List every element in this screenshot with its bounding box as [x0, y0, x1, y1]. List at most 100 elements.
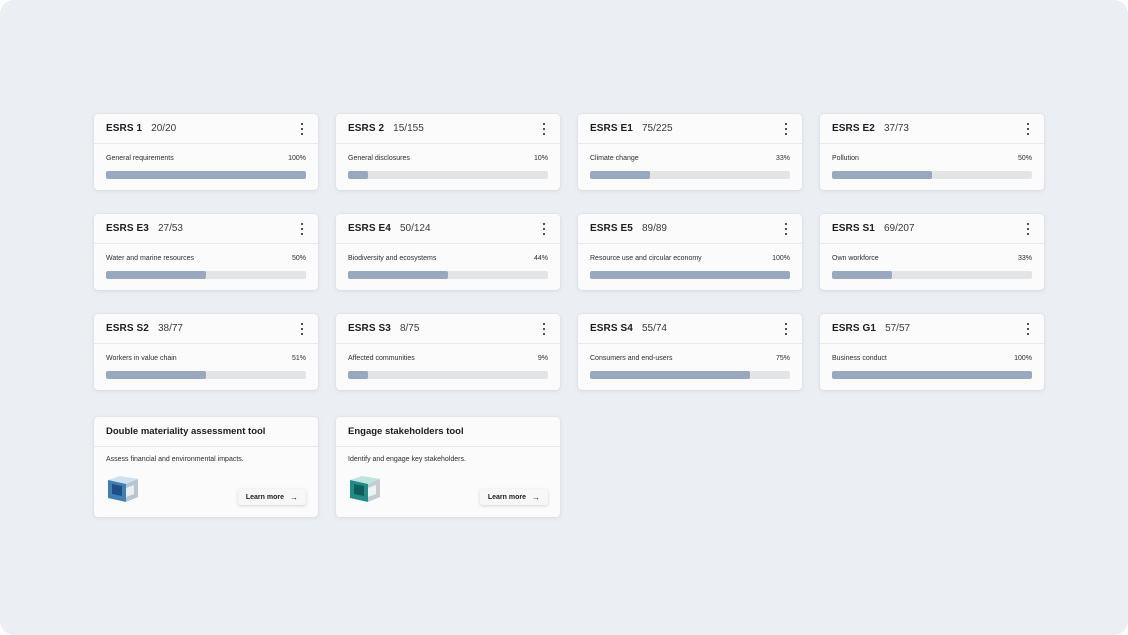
standard-code: ESRS E3 — [106, 223, 149, 234]
standard-label: Pollution — [832, 154, 859, 162]
disclosure-count: 50/124 — [399, 223, 431, 234]
standard-code: ESRS 2 — [348, 123, 385, 134]
tool-card-stakeholders[interactable]: Engage stakeholders tool Identify and en… — [336, 417, 560, 517]
standard-code: ESRS E5 — [590, 223, 633, 234]
standard-label: Biodiversity and ecosystems — [348, 254, 437, 262]
esrs-card-grid: ESRS 1 20/20 General requirements 100% ES… — [94, 114, 1044, 390]
esrs-card[interactable]: ESRS E1 75/225 Climate change 33% — [578, 114, 802, 190]
progress-fill — [106, 271, 206, 279]
card-header: ESRS S2 38/77 — [94, 314, 318, 344]
disclosure-count: 89/89 — [641, 223, 667, 234]
esrs-card[interactable]: ESRS S3 8/75 Affected communities 9% — [336, 314, 560, 390]
learn-more-label: Learn more — [487, 493, 526, 501]
card-header: ESRS E5 89/89 — [578, 214, 802, 244]
kebab-menu-icon[interactable] — [298, 223, 306, 235]
standard-label: Consumers and end-users — [590, 354, 673, 362]
progress-fill — [832, 171, 932, 179]
standard-code: ESRS E4 — [348, 223, 391, 234]
standard-label: Affected communities — [348, 354, 415, 362]
progress-bar — [348, 271, 548, 279]
esrs-card[interactable]: ESRS E3 27/53 Water and marine resources… — [94, 214, 318, 290]
blue-cube-icon — [108, 476, 138, 502]
esrs-card[interactable]: ESRS E2 37/73 Pollution 50% — [820, 114, 1044, 190]
kebab-menu-icon[interactable] — [540, 323, 548, 335]
standard-label: General disclosures — [348, 154, 410, 162]
progress-bar — [348, 371, 548, 379]
progress-bar — [590, 271, 790, 279]
disclosure-count: 37/73 — [883, 123, 909, 134]
tools-row: Double materiality assessment tool Asses… — [94, 417, 560, 517]
standard-label: Resource use and circular economy — [590, 254, 702, 262]
standard-label: General requirements — [106, 154, 174, 162]
kebab-menu-icon[interactable] — [1024, 123, 1032, 135]
kebab-menu-icon[interactable] — [782, 123, 790, 135]
progress-fill — [348, 171, 368, 179]
progress-fill — [348, 371, 368, 379]
esrs-card[interactable]: ESRS G1 57/57 Business conduct 100% — [820, 314, 1044, 390]
progress-bar — [106, 171, 306, 179]
standard-code: ESRS S3 — [348, 323, 391, 334]
tool-description: Identify and engage key stakeholders. — [348, 456, 466, 463]
standard-label: Workers in value chain — [106, 354, 177, 362]
standard-label: Business conduct — [832, 354, 887, 362]
card-header: ESRS E1 75/225 — [578, 114, 802, 144]
percent-text: 10% — [533, 154, 548, 162]
esrs-card[interactable]: ESRS S4 55/74 Consumers and end-users 75% — [578, 314, 802, 390]
standard-label: Own workforce — [832, 254, 879, 262]
progress-bar — [590, 371, 790, 379]
percent-text: 33% — [775, 154, 790, 162]
percent-text: 100% — [288, 154, 306, 162]
disclosure-count: 57/57 — [885, 323, 911, 334]
learn-more-button[interactable]: Learn more → — [479, 489, 548, 505]
progress-fill — [590, 271, 790, 279]
progress-bar — [348, 171, 548, 179]
card-header: ESRS S4 55/74 — [578, 314, 802, 344]
arrow-right-icon: → — [532, 492, 540, 502]
card-header: ESRS G1 57/57 — [820, 314, 1044, 344]
card-header: ESRS E2 37/73 — [820, 114, 1044, 144]
kebab-menu-icon[interactable] — [540, 223, 548, 235]
percent-text: 51% — [291, 354, 306, 362]
percent-text: 100% — [772, 254, 790, 262]
progress-bar — [106, 371, 306, 379]
standard-code: ESRS E2 — [832, 123, 875, 134]
esrs-card[interactable]: ESRS S2 38/77 Workers in value chain 51% — [94, 314, 318, 390]
percent-text: 100% — [1014, 354, 1032, 362]
learn-more-button[interactable]: Learn more → — [237, 489, 306, 505]
esrs-card[interactable]: ESRS E4 50/124 Biodiversity and ecosyste… — [336, 214, 560, 290]
card-header: ESRS 2 15/155 — [336, 114, 560, 144]
progress-fill — [832, 371, 1032, 379]
standard-code: ESRS S4 — [590, 323, 633, 334]
learn-more-label: Learn more — [245, 493, 284, 501]
disclosure-count: 15/155 — [393, 123, 424, 134]
disclosure-count: 38/77 — [157, 323, 183, 334]
disclosure-count: 55/74 — [641, 323, 667, 334]
kebab-menu-icon[interactable] — [782, 323, 790, 335]
tool-card-materiality[interactable]: Double materiality assessment tool Asses… — [94, 417, 318, 517]
disclosure-count: 20/20 — [151, 123, 177, 134]
standard-label: Water and marine resources — [106, 254, 195, 262]
kebab-menu-icon[interactable] — [298, 323, 306, 335]
esrs-card[interactable]: ESRS S1 69/207 Own workforce 33% — [820, 214, 1044, 290]
esrs-card[interactable]: ESRS 2 15/155 General disclosures 10% — [336, 114, 560, 190]
card-header: ESRS E4 50/124 — [336, 214, 560, 244]
percent-text: 75% — [775, 354, 790, 362]
kebab-menu-icon[interactable] — [782, 223, 790, 235]
percent-text: 33% — [1017, 254, 1032, 262]
tool-title: Double materiality assessment tool — [94, 417, 318, 447]
progress-bar — [832, 271, 1032, 279]
teal-cube-icon — [350, 476, 380, 502]
standard-code: ESRS 1 — [106, 123, 143, 134]
kebab-menu-icon[interactable] — [298, 123, 306, 135]
kebab-menu-icon[interactable] — [540, 123, 548, 135]
kebab-menu-icon[interactable] — [1024, 323, 1032, 335]
esrs-card[interactable]: ESRS E5 89/89 Resource use and circular … — [578, 214, 802, 290]
kebab-menu-icon[interactable] — [1024, 223, 1032, 235]
progress-bar — [832, 171, 1032, 179]
standard-label: Climate change — [590, 154, 639, 162]
progress-fill — [590, 171, 650, 179]
card-header: ESRS S3 8/75 — [336, 314, 560, 344]
disclosure-count: 69/207 — [883, 223, 915, 234]
esrs-card[interactable]: ESRS 1 20/20 General requirements 100% — [94, 114, 318, 190]
card-header: ESRS E3 27/53 — [94, 214, 318, 244]
